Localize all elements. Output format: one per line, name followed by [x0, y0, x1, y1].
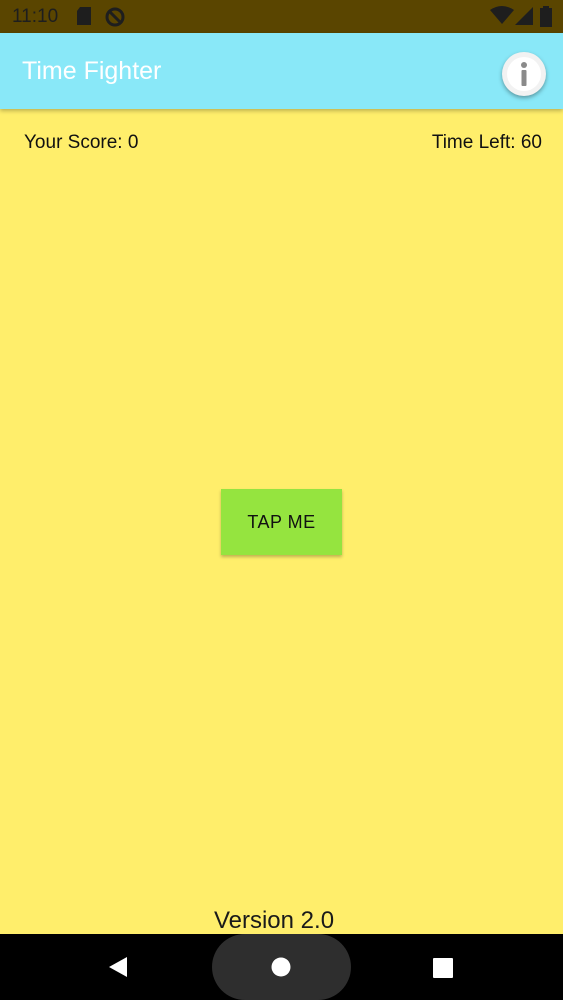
back-icon[interactable] [107, 956, 129, 983]
time-left-label: Time Left: 60 [431, 132, 542, 153]
signal-icon [515, 6, 533, 31]
status-bar: 11:10 [0, 0, 563, 33]
recents-icon[interactable] [433, 958, 453, 983]
info-button[interactable] [502, 52, 546, 96]
battery-icon [540, 6, 552, 32]
app-bar: Time Fighter [0, 33, 563, 109]
do-not-disturb-icon [104, 6, 126, 33]
tap-me-button[interactable]: TAP ME [221, 489, 342, 555]
version-label: Version 2.0 [213, 907, 335, 934]
home-icon[interactable] [271, 957, 291, 982]
sd-card-icon [76, 6, 92, 31]
navigation-bar [0, 934, 563, 1000]
score-label: Your Score: 0 [24, 132, 139, 153]
wifi-icon [490, 6, 514, 31]
info-icon [507, 57, 541, 91]
status-time: 11:10 [12, 6, 59, 27]
app-title: Time Fighter [22, 57, 162, 85]
